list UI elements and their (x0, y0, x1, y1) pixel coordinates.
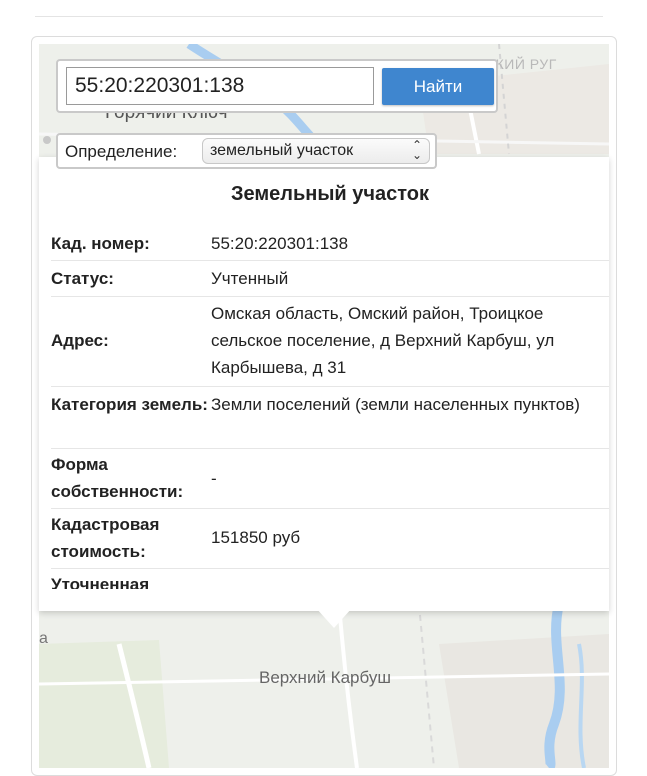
chevron-updown-icon: ⌃ ⌄ (411, 138, 423, 162)
info-popup: Земельный участок Кад. номер: 55:20:2203… (39, 157, 609, 611)
attr-row-category: Категория земель: Земли поселений (земли… (51, 387, 609, 449)
attr-value: 151850 руб (211, 528, 301, 547)
attr-value: Омская область, Омский район, Троицкое с… (211, 304, 555, 377)
top-divider (35, 16, 603, 17)
definition-select[interactable]: земельный участок ⌃ ⌄ (202, 138, 430, 164)
attr-key: Кад. номер: (51, 234, 150, 253)
map-label-district: СКИЙ РУГ (485, 56, 557, 72)
attr-key: Категория земель: (51, 395, 208, 414)
definition-select-value: земельный участок (210, 142, 354, 159)
attr-key: Форма собственности: (51, 455, 184, 501)
map-label-edge: а (39, 630, 48, 647)
popup-title: Земельный участок (230, 183, 430, 205)
attr-value: Земли поселений (земли населенных пункто… (211, 395, 580, 414)
attr-key: Уточненная (51, 575, 150, 589)
popup-scroll-area[interactable]: Кад. номер: 55:20:220301:138 Статус: Учт… (51, 225, 609, 589)
attr-row-cadastral-number: Кад. номер: 55:20:220301:138 (51, 225, 609, 261)
attr-row-refined: Уточненная (51, 569, 609, 589)
definition-panel: Определение: земельный участок ⌃ ⌄ (56, 133, 437, 169)
definition-label: Определение: (65, 142, 178, 161)
search-panel: 55:20:220301:138 Найти (56, 59, 498, 113)
find-button[interactable]: Найти (382, 68, 494, 105)
attr-row-cadastral-value: Кадастровая стоимость: 151850 руб (51, 509, 609, 569)
attr-row-status: Статус: Учтенный (51, 261, 609, 297)
attr-key: Статус: (51, 269, 114, 288)
attr-value: - (211, 469, 217, 488)
attr-value: Учтенный (211, 269, 289, 288)
map-label-village: Верхний Карбуш (259, 668, 391, 687)
attr-key: Кадастровая стоимость: (51, 515, 160, 561)
attr-key: Адрес: (51, 331, 109, 350)
attr-row-address: Адрес: Омская область, Омский район, Тро… (51, 297, 609, 387)
attr-value: 55:20:220301:138 (211, 234, 349, 253)
popup-pointer (316, 608, 352, 628)
cadastral-search-input[interactable]: 55:20:220301:138 (66, 67, 374, 105)
attr-row-ownership: Форма собственности: - (51, 449, 609, 509)
